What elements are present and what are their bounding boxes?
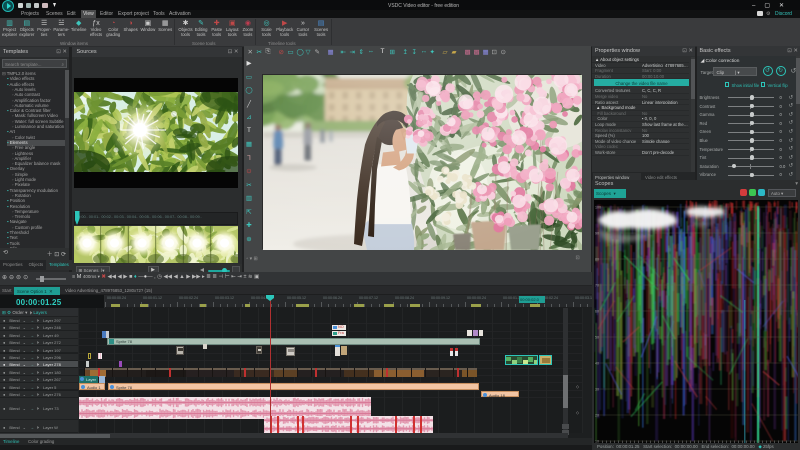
svg-text:60: 60: [595, 310, 599, 314]
svg-text:20: 20: [595, 414, 599, 418]
svg-text:50: 50: [595, 336, 599, 340]
svg-text:10: 10: [595, 440, 599, 444]
svg-text:40: 40: [595, 362, 599, 366]
svg-text:100: 100: [595, 206, 601, 210]
svg-text:80: 80: [595, 258, 599, 262]
svg-text:70: 70: [595, 284, 599, 288]
svg-text:30: 30: [595, 388, 599, 392]
svg-text:90: 90: [595, 232, 599, 236]
